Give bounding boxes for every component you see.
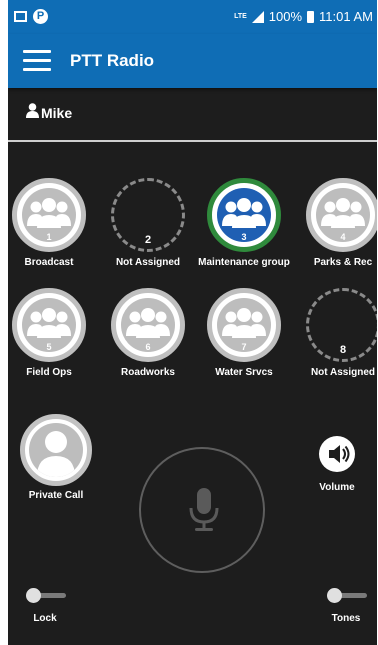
app-title: PTT Radio <box>70 51 155 70</box>
divider <box>8 140 377 142</box>
switch-knob <box>327 588 342 603</box>
talkgroup-number: 8 <box>339 344 347 356</box>
battery-percent: 100% <box>268 9 303 24</box>
talkgroup-1[interactable]: 1 Broadcast <box>8 178 95 269</box>
talkgroup-number: 1 <box>46 232 52 242</box>
talkgroup-circle: 7 <box>207 288 281 362</box>
private-call-circle <box>20 414 92 486</box>
talkgroup-3[interactable]: 3 Maintenance group <box>198 178 290 269</box>
private-call-label: Private Call <box>28 490 84 501</box>
lock-switch <box>26 588 66 603</box>
tones-switch <box>327 588 367 603</box>
talkgroup-7[interactable]: 7 Water Srvcs <box>198 288 290 379</box>
talkgroup-label: Not Assigned <box>310 367 376 378</box>
group-icon <box>222 308 266 338</box>
talkgroup-number: 6 <box>145 342 151 352</box>
talkgroup-4[interactable]: 4 Parks & Rec <box>297 178 377 269</box>
talkgroup-6[interactable]: 6 Roadworks <box>102 288 194 379</box>
menu-button[interactable] <box>23 50 51 72</box>
switch-knob <box>26 588 41 603</box>
group-icon <box>126 308 170 338</box>
p-notification-icon: P <box>33 9 48 24</box>
talkgroup-number: 4 <box>340 232 346 242</box>
image-notification-icon <box>14 11 27 22</box>
volume-button[interactable]: Volume <box>312 436 362 493</box>
tones-label: Tones <box>331 613 361 624</box>
talkgroup-circle: 3 <box>207 178 281 252</box>
talkgroup-label: Water Srvcs <box>215 367 273 378</box>
group-icon <box>27 198 71 228</box>
group-icon <box>222 198 266 228</box>
talkgroup-8[interactable]: 8 Not Assigned <box>297 288 377 379</box>
lock-toggle[interactable]: Lock <box>25 588 66 624</box>
signal-icon <box>251 10 264 23</box>
battery-icon <box>307 10 315 23</box>
status-bar: P LTE 100% 11:01 AM <box>8 0 377 34</box>
talkgroup-circle: 5 <box>12 288 86 362</box>
talkgroup-circle: 8 <box>306 288 377 362</box>
person-icon <box>37 431 75 477</box>
talkgroup-circle: 6 <box>111 288 185 362</box>
user-row: Mike <box>8 96 377 136</box>
private-call-button[interactable]: Private Call <box>20 414 92 501</box>
talkgroup-label: Broadcast <box>24 257 74 268</box>
talkgroup-circle: 1 <box>12 178 86 252</box>
volume-label: Volume <box>319 482 355 493</box>
user-name: Mike <box>41 105 73 121</box>
talkgroup-2[interactable]: 2 Not Assigned <box>102 178 194 269</box>
talkgroup-label: Roadworks <box>121 367 175 378</box>
talkgroup-5[interactable]: 5 Field Ops <box>8 288 95 379</box>
talkgroup-label: Maintenance group <box>198 257 290 268</box>
microphone-icon <box>189 488 219 531</box>
group-icon <box>321 198 365 228</box>
volume-circle <box>319 436 355 472</box>
menu-icon <box>23 50 51 53</box>
talkgroup-circle: 2 <box>111 178 185 252</box>
app-screen: P LTE 100% 11:01 AM PTT Radio Mike 1 Broa… <box>8 0 377 645</box>
talkgroup-number: 7 <box>241 342 247 352</box>
push-to-talk-button[interactable] <box>139 447 265 573</box>
user-icon <box>26 103 39 118</box>
talkgroup-circle: 4 <box>306 178 377 252</box>
group-icon <box>27 308 71 338</box>
speaker-icon <box>329 445 350 463</box>
talkgroup-label: Parks & Rec <box>313 257 373 268</box>
talkgroup-label: Field Ops <box>26 367 72 378</box>
network-type: LTE <box>234 13 247 20</box>
clock: 11:01 AM <box>319 9 373 24</box>
talkgroup-number: 5 <box>46 342 52 352</box>
talkgroup-number: 3 <box>241 232 247 242</box>
talkgroup-label: Not Assigned <box>115 257 181 268</box>
talkgroup-number: 2 <box>144 234 152 246</box>
tones-toggle[interactable]: Tones <box>324 588 368 624</box>
app-bar: PTT Radio <box>8 34 377 88</box>
lock-label: Lock <box>33 613 57 624</box>
